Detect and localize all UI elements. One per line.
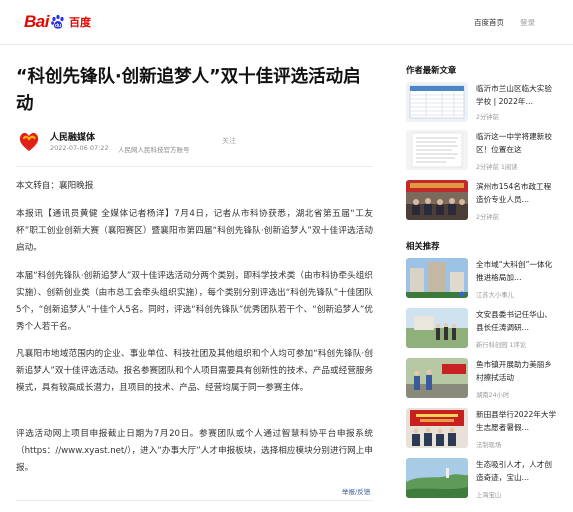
divider <box>16 500 373 501</box>
card-title[interactable]: 鱼市镇开展助力美丽乡村擦拭活动 <box>476 358 558 384</box>
top-bar: Bai du 百度 百度首页 登录 <box>0 0 573 45</box>
card-title[interactable]: 新田县举行2022年大学生志愿者暑假… <box>476 408 558 434</box>
article-thumbnail <box>406 458 468 498</box>
article-paragraph: 本文转自：襄阳晚报 <box>16 181 94 191</box>
card-title[interactable]: 文安县委书记任华山、县长任涛调研… <box>476 308 558 334</box>
card-title[interactable]: 滨州市154名市政工程造价专业人员… <box>476 180 558 206</box>
follow-button[interactable]: 关注 <box>222 136 236 146</box>
article-paragraph: 评选活动网上项目申报截止日期为7月20日。参赛团队或个人通过智慧科协平台申报系统… <box>16 429 373 473</box>
related-article-card[interactable]: 文安县委书记任华山、县长任涛调研… 新行科创园 1评论 <box>406 308 556 352</box>
card-meta: 2分钟前 <box>476 114 499 121</box>
related-heading: 相关推荐 <box>406 241 440 251</box>
article-thumbnail <box>406 82 468 122</box>
paw-icon: du <box>51 14 64 29</box>
latest-article-card[interactable]: 滨州市154名市政工程造价专业人员… 2分钟前 <box>406 180 556 224</box>
related-article-card[interactable]: 新田县举行2022年大学生志愿者暑假… 法制现场 <box>406 408 556 452</box>
baidu-home-link[interactable]: 百度首页 <box>474 17 504 28</box>
related-article-card[interactable]: 鱼市镇开展助力美丽乡村擦拭活动 湖南24小时 <box>406 358 556 402</box>
article-thumbnail <box>406 180 468 220</box>
card-meta: 江苏大小事儿 <box>476 292 514 299</box>
card-meta: 湖南24小时 <box>476 392 510 399</box>
card-meta: 2分钟前 1阅读 <box>476 164 518 171</box>
card-title[interactable]: 临沂这一中学将建新校区！位置在这 <box>476 130 558 156</box>
author-name[interactable]: 人民融媒体 <box>50 130 95 143</box>
card-title[interactable]: 全市域“大科创”一体化推进格局加… <box>476 258 558 284</box>
author-avatar[interactable] <box>16 128 42 154</box>
card-meta: 2分钟前 <box>476 214 499 221</box>
report-feedback-link[interactable]: 举报/反馈 <box>342 486 370 496</box>
logo-bai-text: Bai <box>24 12 49 31</box>
article-title: “科创先锋队·创新追梦人”双十佳评选活动启动 <box>16 67 361 114</box>
related-article-card[interactable]: 全市域“大科创”一体化推进格局加… 江苏大小事儿 <box>406 258 556 302</box>
author-bar: 人民融媒体 2022-07-06 07:22 人民网人民科技官方账号 关注 <box>16 128 376 156</box>
latest-article-card[interactable]: 临沂这一中学将建新校区！位置在这 2分钟前 1阅读 <box>406 130 556 174</box>
svg-text:du: du <box>55 23 61 29</box>
card-meta: 上海宝山 <box>476 492 502 499</box>
article-thumbnail <box>406 130 468 170</box>
card-meta: 法制现场 <box>476 442 502 449</box>
latest-article-card[interactable]: 临沂市兰山区临大实验学校 | 2022年… 2分钟前 <box>406 82 556 126</box>
publish-date: 2022-07-06 07:22 <box>50 144 109 152</box>
article-paragraph: 凡襄阳市地域范围内的企业、事业单位、科技社团及其他组织和个人均可参加“科创先锋队… <box>16 349 373 393</box>
latest-articles-heading: 作者最新文章 <box>406 65 457 75</box>
baidu-logo[interactable]: Bai du 百度 <box>24 11 91 33</box>
article-thumbnail <box>406 408 468 448</box>
card-title[interactable]: 临沂市兰山区临大实验学校 | 2022年… <box>476 82 558 108</box>
related-article-card[interactable]: 生态吸引人才，人才创造奇迹，宝山… 上海宝山 <box>406 458 556 502</box>
article-thumbnail <box>406 358 468 398</box>
card-title[interactable]: 生态吸引人才，人才创造奇迹，宝山… <box>476 458 558 484</box>
article-paragraph: 本届“科创先锋队·创新追梦人”双十佳评选活动分两个类别，即科学技术类（由市科协牵… <box>16 271 373 332</box>
article-thumbnail <box>406 258 468 298</box>
article-thumbnail <box>406 308 468 348</box>
divider <box>16 166 373 167</box>
author-description: 人民网人民科技官方账号 <box>118 146 190 154</box>
article-paragraph: 本报讯【通讯员黄健 全媒体记者杨洋】7月4日，记者从市科协获悉，湖北省第五届“工… <box>16 209 373 253</box>
card-meta: 新行科创园 1评论 <box>476 342 527 349</box>
login-link[interactable]: 登录 <box>520 17 535 28</box>
logo-cn-text: 百度 <box>68 16 91 29</box>
